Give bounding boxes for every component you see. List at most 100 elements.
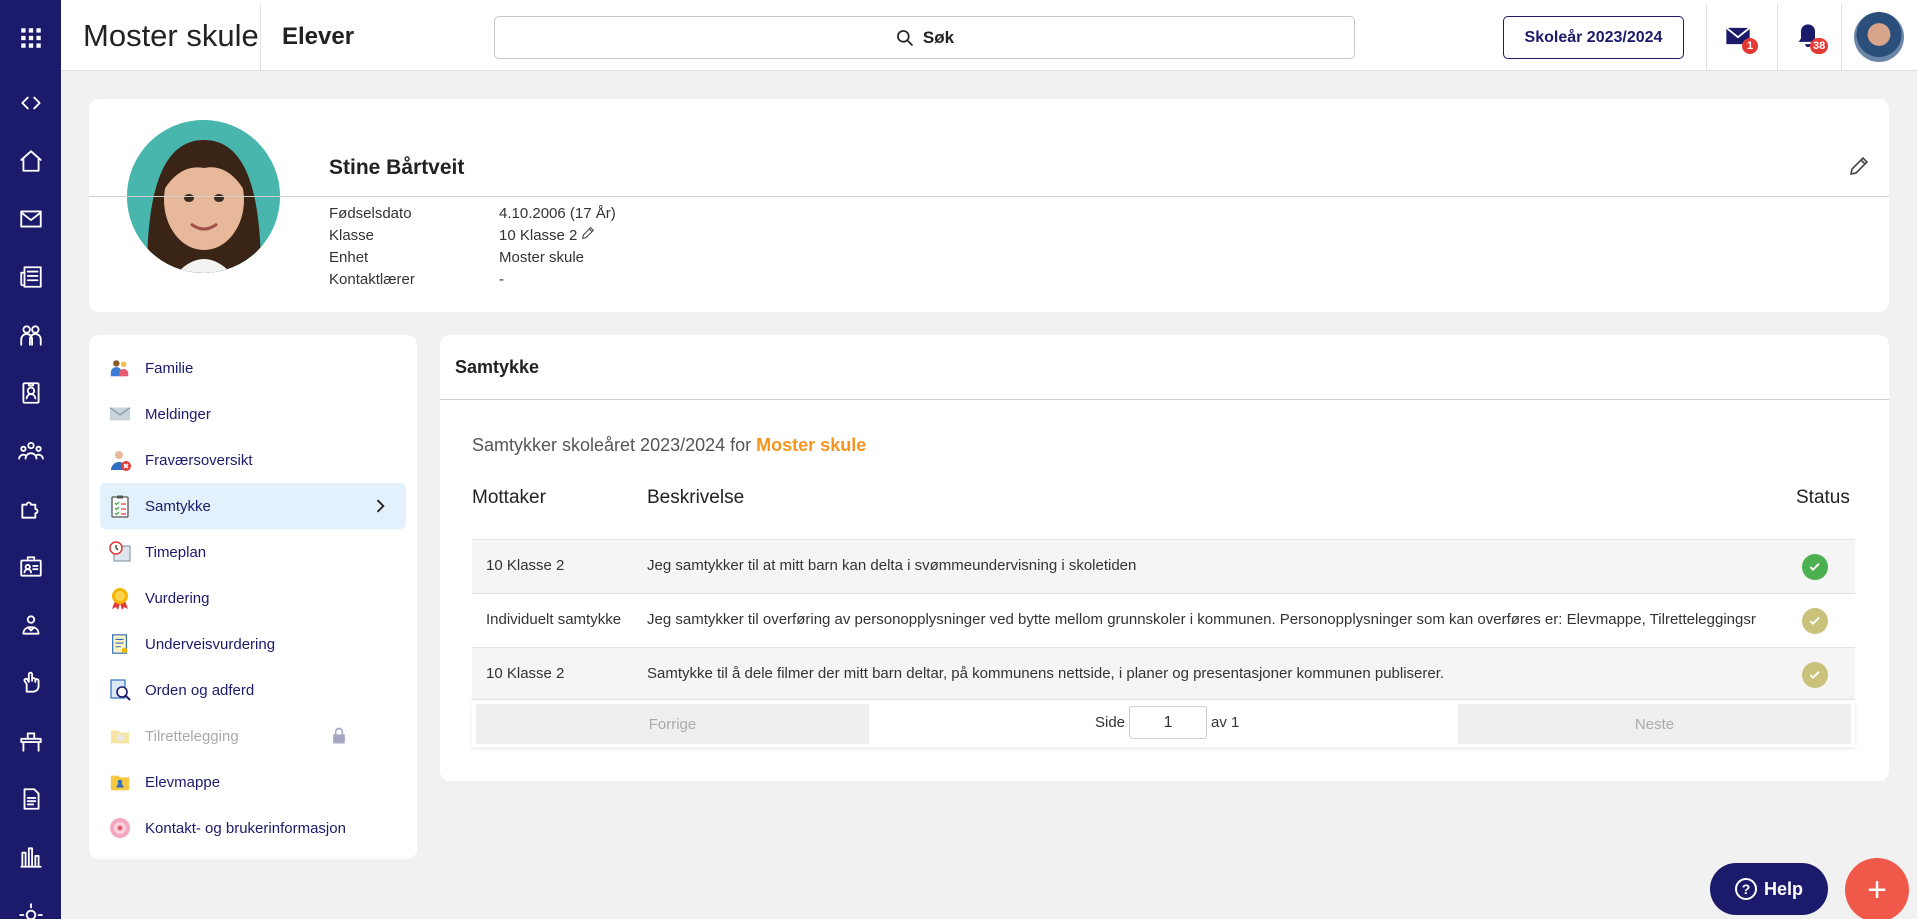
detail-row: Fødselsdato 4.10.2006 (17 År) xyxy=(329,203,616,225)
table-row[interactable]: 10 Klasse 2 Jeg samtykker til at mitt ba… xyxy=(472,539,1855,593)
notifications-button[interactable]: 38 xyxy=(1794,22,1829,54)
detail-label: Kontaktlærer xyxy=(329,271,415,288)
medal-icon xyxy=(108,586,132,610)
folder-icon xyxy=(108,724,132,748)
puzzle-icon[interactable] xyxy=(0,489,61,529)
menu-item-label: Tilrettelegging xyxy=(145,727,239,745)
schedule-icon xyxy=(108,540,132,564)
envelope-icon xyxy=(108,402,132,426)
group-icon[interactable] xyxy=(0,315,61,355)
detail-value: - xyxy=(499,271,504,288)
app-name: Moster skule xyxy=(83,18,259,53)
absence-icon xyxy=(108,448,132,472)
edit-profile-button[interactable] xyxy=(1847,154,1871,178)
menu-item-orden-og-adferd[interactable]: Orden og adferd xyxy=(100,667,406,713)
student-profile-card: Stine Bårtveit Fødselsdato 4.10.2006 (17… xyxy=(89,99,1889,312)
menu-item-meldinger[interactable]: Meldinger xyxy=(100,391,406,437)
lock-icon xyxy=(329,726,349,746)
add-fab-button[interactable]: + xyxy=(1845,858,1909,919)
student-side-menu: Familie Meldinger Fraværsoversikt Samtyk… xyxy=(89,335,417,859)
description-cell: Jeg samtykker til at mitt barn kan delta… xyxy=(647,557,1137,574)
edit-class-pencil-icon[interactable] xyxy=(580,225,596,241)
page-label: Side xyxy=(1095,714,1126,731)
menu-item-familie[interactable]: Familie xyxy=(100,345,406,391)
menu-item-label: Kontakt- og brukerinformasjon xyxy=(145,819,346,837)
student-name: Stine Bårtveit xyxy=(329,156,465,179)
question-icon: ? xyxy=(1734,878,1757,900)
news-icon[interactable] xyxy=(0,257,61,297)
menu-item-kontakt-og-brukerinformasjon[interactable]: Kontakt- og brukerinformasjon xyxy=(100,805,406,851)
menu-item-underveisvurdering[interactable]: Underveisvurdering xyxy=(100,621,406,667)
detail-label: Klasse xyxy=(329,227,375,244)
description-cell: Jeg samtykker til overføring av personop… xyxy=(647,611,1756,628)
search-label: Søk xyxy=(922,27,955,47)
previous-page-button[interactable]: Forrige xyxy=(476,704,869,744)
table-header: Mottaker Beskrivelse Status xyxy=(472,487,1855,527)
family-icon xyxy=(108,356,132,380)
menu-item-fravaersoversikt[interactable]: Fraværsoversikt xyxy=(100,437,406,483)
school-year-button[interactable]: Skoleår 2023/2024 xyxy=(1503,16,1684,59)
menu-item-vurdering[interactable]: Vurdering xyxy=(100,575,406,621)
person-icon[interactable] xyxy=(0,605,61,645)
apps-grid-icon[interactable] xyxy=(0,18,61,58)
page-title: Elever xyxy=(282,23,355,50)
recipient-cell: 10 Klasse 2 xyxy=(486,665,565,682)
help-button[interactable]: ? Help xyxy=(1710,863,1828,915)
divider xyxy=(260,4,261,70)
column-header-status[interactable]: Status xyxy=(1796,487,1850,509)
subtitle-school-link: Moster skule xyxy=(756,435,867,455)
mail-icon[interactable] xyxy=(0,199,61,239)
search-bar[interactable]: Søk xyxy=(494,16,1355,59)
status-pending-icon xyxy=(1802,662,1828,688)
column-header-mottaker[interactable]: Mottaker xyxy=(472,487,546,509)
magnifier-document-icon xyxy=(108,678,132,702)
document-icon[interactable] xyxy=(0,779,61,819)
status-pending-icon xyxy=(1802,608,1828,634)
notifications-badge: 38 xyxy=(1810,38,1829,54)
menu-item-label: Underveisvurdering xyxy=(145,635,276,653)
divider xyxy=(1841,4,1842,70)
settings-icon[interactable] xyxy=(0,895,61,919)
detail-value: 10 Klasse 2 xyxy=(499,227,578,244)
home-icon[interactable] xyxy=(0,141,61,181)
student-folder-icon xyxy=(108,770,132,794)
detail-label: Enhet xyxy=(329,249,369,266)
subtitle-prefix: Samtykker skoleåret 2023/2024 for xyxy=(472,435,752,455)
people-icon[interactable] xyxy=(0,431,61,471)
user-avatar[interactable] xyxy=(1854,12,1904,62)
detail-row: Kontaktlærer - xyxy=(329,269,616,291)
menu-item-label: Samtykke xyxy=(145,497,211,515)
badge-icon[interactable] xyxy=(0,373,61,413)
column-header-beskrivelse[interactable]: Beskrivelse xyxy=(647,487,744,509)
menu-item-label: Meldinger xyxy=(145,405,211,423)
menu-item-label: Fraværsoversikt xyxy=(145,451,253,469)
menu-item-label: Elevmappe xyxy=(145,773,221,791)
messages-button[interactable]: 1 xyxy=(1724,22,1758,54)
desk-icon[interactable] xyxy=(0,721,61,761)
left-navigation-rail xyxy=(0,0,61,919)
panel-title: Samtykke xyxy=(455,357,540,377)
menu-item-tilrettelegging: Tilrettelegging xyxy=(100,713,406,759)
recipient-cell: 10 Klasse 2 xyxy=(486,557,565,574)
table-row[interactable]: 10 Klasse 2 Samtykke til å dele filmer d… xyxy=(472,647,1855,701)
chart-icon[interactable] xyxy=(0,837,61,877)
menu-item-samtykke[interactable]: Samtykke xyxy=(100,483,406,529)
divider xyxy=(1706,4,1707,70)
divider xyxy=(89,196,1889,197)
notes-icon xyxy=(108,632,132,656)
id-card-icon[interactable] xyxy=(0,547,61,587)
detail-row: Enhet Moster skule xyxy=(329,247,616,269)
recipient-cell: Individuelt samtykke xyxy=(486,611,622,628)
code-toggle-icon[interactable] xyxy=(0,83,61,123)
menu-item-timeplan[interactable]: Timeplan xyxy=(100,529,406,575)
status-approved-icon xyxy=(1802,554,1828,580)
menu-item-elevmappe[interactable]: Elevmappe xyxy=(100,759,406,805)
table-row[interactable]: Individuelt samtykke Jeg samtykker til o… xyxy=(472,593,1855,647)
consent-subtitle: Samtykker skoleåret 2023/2024 for Moster… xyxy=(472,435,866,456)
hand-icon[interactable] xyxy=(0,663,61,703)
menu-item-label: Orden og adferd xyxy=(145,681,255,699)
next-page-button[interactable]: Neste xyxy=(1458,704,1851,744)
contact-info-icon xyxy=(108,816,132,840)
divider xyxy=(1777,4,1778,70)
page-number-input[interactable]: 1 xyxy=(1129,706,1208,739)
